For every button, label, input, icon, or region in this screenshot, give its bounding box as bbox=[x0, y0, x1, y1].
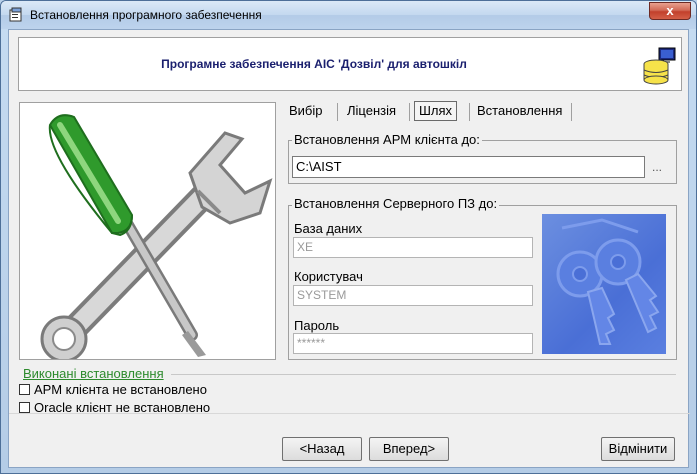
database-input[interactable]: XE bbox=[293, 237, 533, 258]
database-label: База даних bbox=[294, 221, 363, 236]
tab-license[interactable]: Ліцензія bbox=[347, 100, 396, 122]
tab-separator bbox=[469, 103, 470, 121]
user-label: Користувач bbox=[294, 269, 363, 284]
header-banner: Програмне забезпечення АІС 'Дозвіл' для … bbox=[18, 37, 682, 91]
button-bar-divider bbox=[9, 413, 690, 414]
keys-image-panel bbox=[542, 214, 666, 354]
client-installed-checkbox[interactable]: АРМ клієнта не встановлено bbox=[19, 382, 207, 397]
tools-icon bbox=[40, 114, 273, 359]
checkbox-icon[interactable] bbox=[19, 402, 30, 413]
password-input[interactable]: ****** bbox=[293, 333, 533, 354]
header-title: Програмне забезпечення АІС 'Дозвіл' для … bbox=[161, 57, 467, 71]
tab-separator bbox=[571, 103, 572, 121]
window-title: Встановлення програмного забезпечення bbox=[30, 8, 262, 22]
tab-select[interactable]: Вибір bbox=[289, 100, 323, 122]
dialog-client-area: Програмне забезпечення АІС 'Дозвіл' для … bbox=[8, 29, 690, 468]
completed-installs-label: Виконані встановлення bbox=[23, 366, 164, 381]
back-button[interactable]: <Назад bbox=[282, 437, 362, 461]
browse-button[interactable]: ... bbox=[652, 160, 662, 174]
server-group-label: Встановлення Серверного ПЗ до: bbox=[292, 196, 500, 211]
tab-separator bbox=[337, 103, 338, 121]
setup-app-icon bbox=[9, 7, 22, 22]
keys-icon bbox=[556, 218, 660, 345]
cancel-button[interactable]: Відмінити bbox=[601, 437, 675, 461]
checkbox-icon[interactable] bbox=[19, 384, 30, 395]
tab-path[interactable]: Шлях bbox=[414, 101, 458, 121]
client-path-group-label: Встановлення АРМ клієнта до: bbox=[292, 132, 482, 147]
title-bar[interactable]: Встановлення програмного забезпечення x bbox=[1, 1, 696, 29]
tab-separator bbox=[409, 103, 410, 121]
user-input[interactable]: SYSTEM bbox=[293, 285, 533, 306]
tab-install[interactable]: Встановлення bbox=[477, 100, 562, 122]
cancel-button-label: Відмінити bbox=[608, 441, 668, 456]
next-button-label: Вперед bbox=[382, 441, 428, 456]
client-path-input[interactable]: C:\AIST bbox=[292, 156, 645, 178]
close-icon: x bbox=[666, 3, 674, 18]
close-button[interactable]: x bbox=[649, 2, 691, 20]
installer-window: Встановлення програмного забезпечення x … bbox=[0, 0, 697, 474]
password-label: Пароль bbox=[294, 318, 340, 333]
next-button[interactable]: Вперед> bbox=[369, 437, 449, 461]
database-computer-icon bbox=[643, 47, 676, 85]
back-button-label: Назад bbox=[307, 441, 345, 456]
tools-illustration-panel bbox=[19, 102, 276, 360]
completed-divider bbox=[171, 374, 676, 375]
